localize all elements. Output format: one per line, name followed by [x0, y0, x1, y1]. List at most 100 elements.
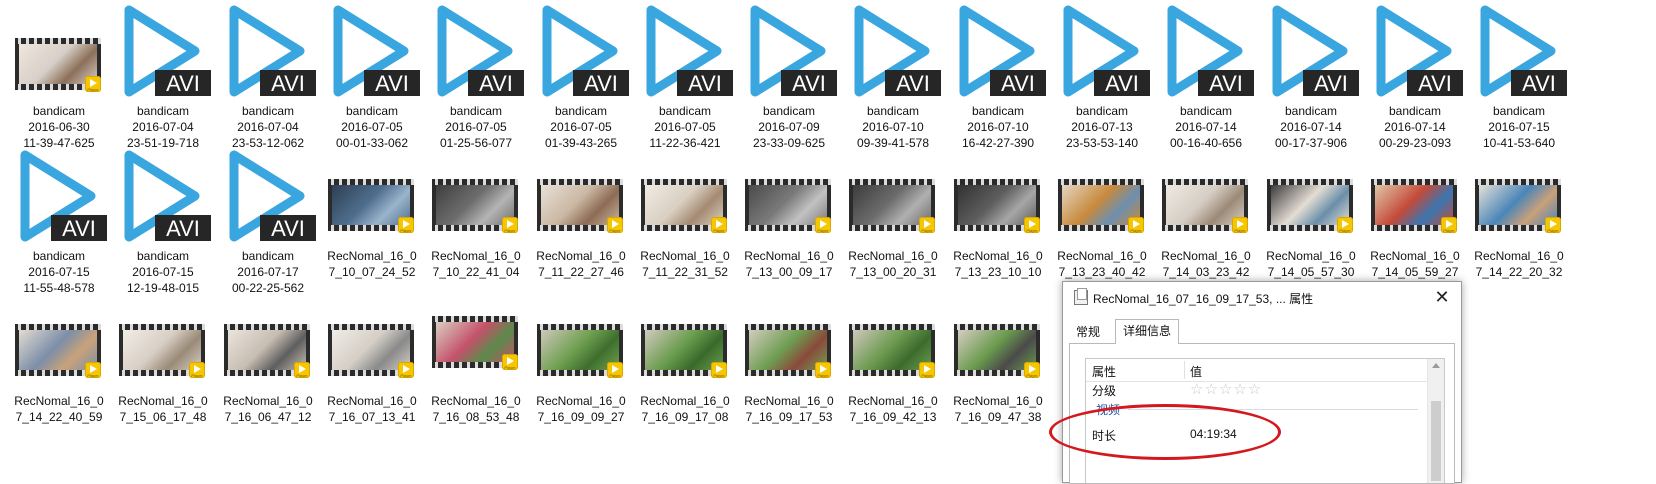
- file-item[interactable]: Player RecNomal_16_0 7_11_22_31_52: [630, 149, 734, 299]
- file-name-label: RecNomal_16_0 7_14_22_20_32: [1464, 248, 1574, 280]
- file-name-line: 2016-07-15: [132, 265, 194, 279]
- vertical-scrollbar[interactable]: [1427, 359, 1444, 483]
- file-name-line: 7_13_23_40_42: [1058, 265, 1146, 279]
- file-item[interactable]: AVI bandicam 2016-07-04 23-53-12-062: [213, 4, 317, 154]
- file-item[interactable]: Player RecNomal_16_0 7_14_22_40_59: [4, 294, 108, 444]
- file-item[interactable]: AVI bandicam 2016-07-09 23-33-09-625: [734, 4, 838, 154]
- file-name-label: bandicam 2016-07-17 00-22-25-562: [213, 248, 323, 296]
- avi-file-icon: AVI: [1263, 4, 1359, 100]
- file-name-line: bandicam: [136, 249, 190, 263]
- file-item[interactable]: AVI bandicam 2016-07-15 12-19-48-015: [108, 149, 212, 299]
- close-icon[interactable]: ✕: [1431, 286, 1453, 308]
- file-name-line: RecNomal_16_0: [118, 394, 208, 408]
- scrollbar-thumb[interactable]: [1431, 401, 1441, 481]
- player-badge-icon: Player: [1024, 362, 1040, 378]
- file-item[interactable]: Player RecNomal_16_0 7_14_05_59_27: [1360, 149, 1464, 299]
- video-thumbnail-icon: Player: [1263, 149, 1359, 245]
- file-item[interactable]: Player RecNomal_16_0 7_10_22_41_04: [421, 149, 525, 299]
- file-name-line: 7_16_07_13_41: [328, 410, 416, 424]
- file-item[interactable]: AVI bandicam 2016-07-05 11-22-36-421: [630, 4, 734, 154]
- file-item[interactable]: AVI bandicam 2016-07-04 23-51-19-718: [108, 4, 212, 154]
- video-thumbnail-icon: Player: [533, 294, 629, 390]
- file-item[interactable]: Player RecNomal_16_0 7_11_22_27_46: [526, 149, 630, 299]
- file-item[interactable]: Player RecNomal_16_0 7_16_08_53_48: [421, 294, 525, 444]
- video-thumbnail-icon: Player: [1158, 149, 1254, 245]
- file-name-label: bandicam 2016-07-14 00-17-37-906: [1256, 103, 1366, 151]
- file-item[interactable]: Player RecNomal_16_0 7_15_06_17_48: [108, 294, 212, 444]
- file-name-line: bandicam: [241, 249, 295, 263]
- file-name-line: RecNomal_16_0: [1057, 249, 1147, 263]
- file-name-line: 7_14_22_20_32: [1475, 265, 1563, 279]
- file-item[interactable]: Player RecNomal_16_0 7_16_09_17_08: [630, 294, 734, 444]
- file-item[interactable]: Player RecNomal_16_0 7_14_03_23_42: [1151, 149, 1255, 299]
- svg-text:AVI: AVI: [1418, 71, 1452, 96]
- svg-text:AVI: AVI: [584, 71, 618, 96]
- rating-stars[interactable]: ☆☆☆☆☆: [1190, 380, 1262, 398]
- file-item[interactable]: Player RecNomal_16_0 7_16_09_09_27: [526, 294, 630, 444]
- file-item[interactable]: Player RecNomal_16_0 7_13_23_10_10: [943, 149, 1047, 299]
- tab-details[interactable]: 详细信息: [1115, 319, 1180, 344]
- player-badge-icon: Player: [502, 354, 518, 370]
- avi-file-icon: AVI: [1367, 4, 1463, 100]
- file-name-label: bandicam 2016-07-14 00-29-23-093: [1360, 103, 1470, 151]
- file-item[interactable]: AVI bandicam 2016-07-15 10-41-53-640: [1464, 4, 1568, 154]
- column-header-name[interactable]: 属性: [1092, 363, 1116, 380]
- file-item[interactable]: AVI bandicam 2016-07-15 11-55-48-578: [4, 149, 108, 299]
- file-item[interactable]: AVI bandicam 2016-07-13 23-53-53-140: [1047, 4, 1151, 154]
- file-name-label: bandicam 2016-07-13 23-53-53-140: [1047, 103, 1157, 151]
- video-thumbnail-icon: Player: [1471, 149, 1567, 245]
- file-name-line: bandicam: [449, 104, 503, 118]
- file-name-line: 2016-07-15: [1488, 120, 1550, 134]
- file-name-line: 2016-07-14: [1384, 120, 1446, 134]
- property-row-rating[interactable]: 分级 ☆☆☆☆☆: [1086, 380, 1428, 398]
- file-item[interactable]: AVI bandicam 2016-07-17 00-22-25-562: [213, 149, 317, 299]
- video-thumbnail-icon: Player: [1367, 149, 1463, 245]
- file-name-label: RecNomal_16_0 7_16_07_13_41: [317, 393, 427, 425]
- file-name-line: 7_16_09_17_08: [641, 410, 729, 424]
- file-item[interactable]: Player RecNomal_16_0 7_13_23_40_42: [1047, 149, 1151, 299]
- file-item[interactable]: Player RecNomal_16_0 7_14_22_20_32: [1464, 149, 1568, 299]
- svg-text:AVI: AVI: [271, 216, 305, 241]
- player-badge-icon: Player: [607, 362, 623, 378]
- file-name-line: 7_14_22_40_59: [15, 410, 103, 424]
- file-name-line: bandicam: [32, 249, 86, 263]
- file-item[interactable]: Player bandicam 2016-06-30 11-39-47-625: [4, 4, 108, 154]
- file-item[interactable]: Player RecNomal_16_0 7_16_06_47_12: [213, 294, 317, 444]
- svg-text:AVI: AVI: [792, 71, 826, 96]
- file-item[interactable]: AVI bandicam 2016-07-10 09-39-41-578: [838, 4, 942, 154]
- file-item[interactable]: Player RecNomal_16_0 7_16_09_17_53: [734, 294, 838, 444]
- file-name-line: RecNomal_16_0: [431, 394, 521, 408]
- file-name-line: RecNomal_16_0: [953, 249, 1043, 263]
- svg-text:AVI: AVI: [479, 71, 513, 96]
- file-name-line: bandicam: [1284, 104, 1338, 118]
- file-item[interactable]: Player RecNomal_16_0 7_16_07_13_41: [317, 294, 421, 444]
- file-item[interactable]: Player RecNomal_16_0 7_13_00_09_17: [734, 149, 838, 299]
- file-name-label: RecNomal_16_0 7_14_05_59_27: [1360, 248, 1470, 280]
- file-name-line: 7_11_22_27_46: [538, 265, 624, 279]
- file-name-line: 2016-07-14: [1280, 120, 1342, 134]
- file-item[interactable]: Player RecNomal_16_0 7_14_05_57_30: [1256, 149, 1360, 299]
- file-item[interactable]: Player RecNomal_16_0 7_13_00_20_31: [838, 149, 942, 299]
- file-item[interactable]: AVI bandicam 2016-07-05 01-25-56-077: [421, 4, 525, 154]
- file-item[interactable]: AVI bandicam 2016-07-10 16-42-27-390: [943, 4, 1047, 154]
- dialog-titlebar[interactable]: RecNomal_16_07_16_09_17_53, ... 属性 ✕: [1063, 282, 1461, 312]
- file-item[interactable]: Player RecNomal_16_0 7_16_09_47_38: [943, 294, 1047, 444]
- column-header-value[interactable]: 值: [1190, 363, 1202, 380]
- column-divider[interactable]: [1184, 361, 1185, 379]
- avi-file-icon: AVI: [428, 4, 524, 100]
- file-item[interactable]: Player RecNomal_16_0 7_10_07_24_52: [317, 149, 421, 299]
- file-item[interactable]: AVI bandicam 2016-07-14 00-17-37-906: [1256, 4, 1360, 154]
- file-item[interactable]: AVI bandicam 2016-07-05 01-39-43-265: [526, 4, 630, 154]
- file-item[interactable]: AVI bandicam 2016-07-05 00-01-33-062: [317, 4, 421, 154]
- file-item[interactable]: Player RecNomal_16_0 7_16_09_42_13: [838, 294, 942, 444]
- avi-file-icon: AVI: [11, 149, 107, 245]
- file-item[interactable]: AVI bandicam 2016-07-14 00-16-40-656: [1151, 4, 1255, 154]
- file-name-line: RecNomal_16_0: [1370, 249, 1460, 263]
- file-name-line: 2016-07-10: [862, 120, 924, 134]
- video-thumbnail-icon: Player: [324, 149, 420, 245]
- scroll-up-icon[interactable]: [1432, 363, 1440, 368]
- video-thumbnail-icon: Player: [950, 149, 1046, 245]
- file-item[interactable]: AVI bandicam 2016-07-14 00-29-23-093: [1360, 4, 1464, 154]
- file-name-line: 2016-07-13: [1071, 120, 1133, 134]
- tab-general[interactable]: 常规: [1069, 321, 1107, 343]
